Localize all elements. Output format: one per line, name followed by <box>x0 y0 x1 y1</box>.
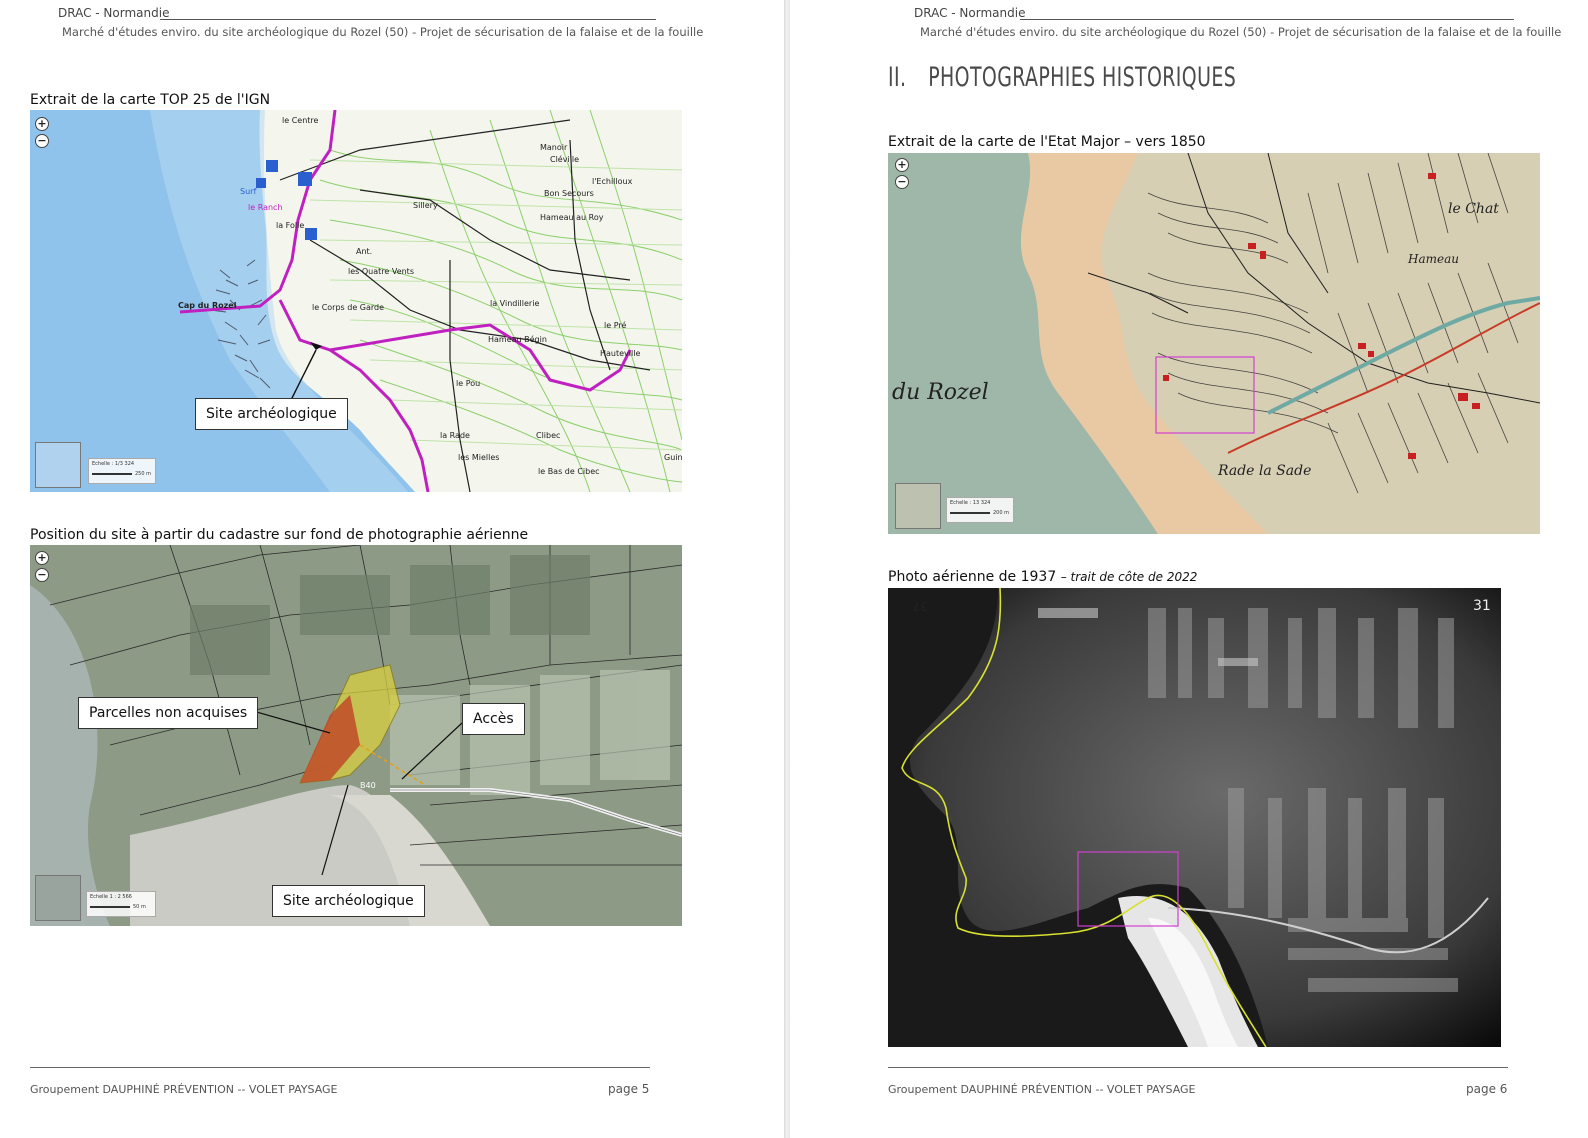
map-label: la Folie <box>276 221 304 230</box>
minimap[interactable] <box>35 442 81 488</box>
map-label: Hameau au Roy <box>540 213 604 222</box>
caption-note: – trait de côte de 2022 <box>1060 570 1198 584</box>
parcel-code: B40 <box>360 781 376 790</box>
section-number: II. <box>888 62 907 93</box>
footer-organization: Groupement DAUPHINÉ PRÉVENTION -- VOLET … <box>30 1083 338 1096</box>
aerial-photo-graphic: 37 31 <box>888 588 1501 1047</box>
minimap[interactable] <box>35 875 81 921</box>
map-label: Guin <box>664 453 682 462</box>
minimap[interactable] <box>895 483 941 529</box>
map-label: le Corps de Garde <box>312 303 384 312</box>
zoom-in-icon[interactable]: + <box>35 117 49 131</box>
figure-caption-cadastre: Position du site à partir du cadastre su… <box>30 527 529 543</box>
etat-major-graphic: du Rozel Rade la Sade Hameau le Chat <box>888 153 1540 534</box>
map-label: la Vindillerie <box>490 299 539 308</box>
photo-mark: 31 <box>1473 598 1491 614</box>
scale-bar <box>950 512 990 514</box>
ign-map[interactable]: le Centre Cléville Sillery Hameau au Roy… <box>30 110 682 492</box>
map-label: Manoir <box>540 143 568 152</box>
callout-site-archeologique: Site archéologique <box>272 885 425 917</box>
map-label: Ant. <box>356 247 372 256</box>
cadastre-aerial-map[interactable]: B40 + − Echelle 1 : 2 566 50 m Parcelles… <box>30 545 682 926</box>
callout-acces: Accès <box>462 703 525 735</box>
aerial-photo-1937[interactable]: 37 31 <box>888 588 1501 1047</box>
figure-caption-photo-1937: Photo aérienne de 1937 – trait de côte d… <box>888 569 1197 585</box>
figure-caption-etat-major: Extrait de la carte de l'Etat Major – ve… <box>888 134 1206 150</box>
zoom-in-icon[interactable]: + <box>895 158 909 172</box>
callout-site-archeologique: Site archéologique <box>195 398 348 430</box>
map-label: Surf <box>240 187 256 196</box>
map-label: le Centre <box>282 116 319 125</box>
header-org: DRAC - Normandie <box>58 6 170 20</box>
zoom-out-icon[interactable]: − <box>895 175 909 189</box>
scale-bar <box>92 473 132 475</box>
zoom-in-icon[interactable]: + <box>35 551 49 565</box>
footer-rule <box>30 1067 650 1068</box>
section-title: PHOTOGRAPHIES HISTORIQUES <box>928 62 1237 93</box>
scale-box: Echelle 1 : 2 566 50 m <box>86 891 156 917</box>
zoom-out-icon[interactable]: − <box>35 134 49 148</box>
header-subtitle: Marché d'études enviro. du site archéolo… <box>920 25 1562 39</box>
map-label: le Pré <box>604 320 626 330</box>
map-label: le Ranch <box>248 203 283 212</box>
page-number: page 6 <box>1466 1082 1508 1096</box>
map-label: Clibec <box>536 431 560 440</box>
caption-main: Photo aérienne de 1937 <box>888 569 1057 585</box>
map-label: la Rade <box>440 431 470 440</box>
header-subtitle: Marché d'études enviro. du site archéolo… <box>62 25 704 39</box>
map-label: Cléville <box>550 154 579 164</box>
figure-caption-ign: Extrait de la carte TOP 25 de l'IGN <box>30 92 271 108</box>
page-5: DRAC - Normandie Marché d'études enviro.… <box>0 0 785 1138</box>
scale-bar-label: 250 m <box>135 471 152 477</box>
scale-bar-label: 50 m <box>133 904 146 910</box>
footer-rule <box>888 1067 1508 1068</box>
map-label: Hauteville <box>600 349 640 358</box>
map-label: l'Echilloux <box>592 177 633 186</box>
map-label: Hameau Bégin <box>488 334 547 344</box>
etat-major-map[interactable]: du Rozel Rade la Sade Hameau le Chat + −… <box>888 153 1540 534</box>
footer-organization: Groupement DAUPHINÉ PRÉVENTION -- VOLET … <box>888 1083 1196 1096</box>
photo-mark: 37 <box>913 599 928 613</box>
map-label: le Pou <box>456 379 480 388</box>
scale-bar-label: 200 m <box>993 510 1010 516</box>
map-label: Hameau <box>1407 252 1459 266</box>
scale-box: Echelle : 1/3 324 250 m <box>88 458 156 484</box>
map-label: les Quatre Vents <box>348 267 414 276</box>
page-6: DRAC - Normandie Marché d'études enviro.… <box>790 0 1588 1138</box>
map-label: le Chat <box>1448 201 1499 217</box>
header-rule <box>1020 19 1514 20</box>
scale-bar <box>90 906 130 908</box>
map-label: les Mielles <box>458 453 499 462</box>
page-number: page 5 <box>608 1082 650 1096</box>
ign-map-graphic: le Centre Cléville Sillery Hameau au Roy… <box>30 110 682 492</box>
map-label: Bon Secours <box>544 189 594 198</box>
map-label: Cap du Rozel <box>178 301 237 310</box>
callout-parcelles-non-acquises: Parcelles non acquises <box>78 697 259 729</box>
map-label: du Rozel <box>892 380 989 405</box>
scale-box: Echelle : 13 324 200 m <box>946 497 1014 523</box>
map-label: le Bas de Cibec <box>538 467 600 476</box>
section-heading: II. PHOTOGRAPHIES HISTORIQUES <box>888 62 1236 93</box>
map-label: Rade la Sade <box>1217 463 1311 479</box>
header-rule <box>160 19 656 20</box>
cadastre-aerial-graphic: B40 <box>30 545 682 926</box>
map-label: Sillery <box>413 201 438 210</box>
header-org: DRAC - Normandie <box>914 6 1026 20</box>
zoom-out-icon[interactable]: − <box>35 568 49 582</box>
